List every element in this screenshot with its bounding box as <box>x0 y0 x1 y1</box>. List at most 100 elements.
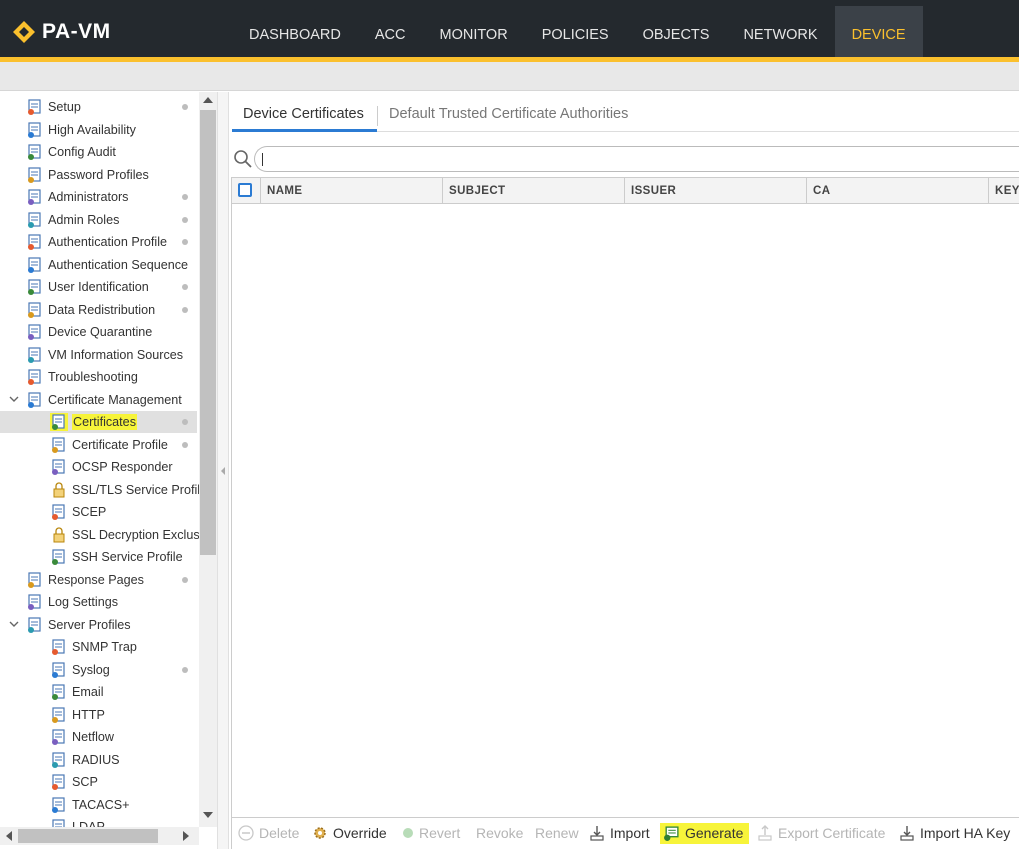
certificates-table <box>231 177 1019 849</box>
tab-default-trusted-cas[interactable]: Default Trusted Certificate Authorities <box>389 106 628 122</box>
scroll-thumb[interactable] <box>200 110 216 555</box>
sidebar-item-admin-roles[interactable]: Admin Roles <box>0 209 197 231</box>
scroll-right-icon[interactable] <box>183 831 189 841</box>
scroll-thumb-horizontal[interactable] <box>18 829 158 843</box>
sidebar-item-ssl-decryption-exclusion[interactable]: SSL Decryption Exclusion <box>0 524 199 546</box>
netflow-icon <box>52 729 65 745</box>
export-icon <box>758 825 772 841</box>
nav-device[interactable]: DEVICE <box>834 6 923 58</box>
sidebar-item-snmp-trap[interactable]: SNMP Trap <box>0 636 197 658</box>
sidebar-tree: Setup High Availability Config Audit Passwo… <box>0 92 199 827</box>
chevron-down-icon[interactable] <box>8 618 20 630</box>
sidebar-item-config-audit[interactable]: Config Audit <box>0 141 197 163</box>
nav-monitor[interactable]: MONITOR <box>422 6 524 58</box>
tacacs-icon <box>52 796 65 813</box>
sidebar-item-user-identification[interactable]: User Identification <box>0 276 197 298</box>
sidebar-item-email[interactable]: Email <box>0 681 197 703</box>
sidebar-item-vm-information-sources[interactable]: VM Information Sources <box>0 344 197 366</box>
panel-splitter[interactable] <box>217 92 229 849</box>
sidebar-vertical-scrollbar[interactable] <box>199 92 217 827</box>
app-logo[interactable]: PA-VM <box>12 20 111 44</box>
sidebar-item-certificates[interactable]: Certificates <box>0 411 197 433</box>
nav-acc[interactable]: ACC <box>358 6 423 58</box>
export-certificate-button[interactable]: Export Certificate <box>757 818 885 848</box>
generate-button[interactable]: Generate <box>660 818 750 848</box>
nav-dashboard[interactable]: DASHBOARD <box>232 6 358 58</box>
sidebar-item-label: Server Profiles <box>48 617 131 632</box>
generate-label: Generate <box>685 825 744 841</box>
import-icon <box>590 826 604 841</box>
column-ca[interactable]: CA <box>806 178 988 204</box>
column-name[interactable]: NAME <box>260 178 442 204</box>
sidebar-item-http[interactable]: HTTP <box>0 704 197 726</box>
sidebar-item-ocsp-responder[interactable]: OCSP Responder <box>0 456 197 478</box>
scroll-down-icon[interactable] <box>203 812 213 818</box>
sidebar-item-label: Certificates <box>72 414 137 430</box>
sidebar-item-certificate-profile[interactable]: Certificate Profile <box>0 434 197 456</box>
vm-information-sources-icon <box>28 346 41 363</box>
scroll-left-icon[interactable] <box>6 831 12 841</box>
sidebar-item-log-settings[interactable]: Log Settings <box>0 591 197 613</box>
sidebar-item-label: RADIUS <box>72 752 120 767</box>
ldap-icon <box>52 819 65 827</box>
data-redistribution-icon <box>28 301 41 318</box>
high-availability-icon <box>28 121 41 138</box>
sidebar-item-troubleshooting[interactable]: Troubleshooting <box>0 366 197 388</box>
tab-device-certificates[interactable]: Device Certificates <box>243 106 364 122</box>
sidebar-item-scep[interactable]: SCEP <box>0 501 197 523</box>
search-icon[interactable] <box>233 149 253 169</box>
nav-network[interactable]: NETWORK <box>726 6 834 58</box>
sidebar-item-certificate-management[interactable]: Certificate Management <box>0 389 197 411</box>
sidebar-item-authentication-profile[interactable]: Authentication Profile <box>0 231 197 253</box>
sidebar-item-data-redistribution[interactable]: Data Redistribution <box>0 299 197 321</box>
nav-policies[interactable]: POLICIES <box>525 6 626 58</box>
email-icon <box>52 684 65 700</box>
revert-button[interactable]: Revert <box>402 818 460 848</box>
scroll-up-icon[interactable] <box>203 97 213 103</box>
sidebar-item-ldap[interactable]: LDAP <box>0 816 197 827</box>
main-nav: DASHBOARD ACC MONITOR POLICIES OBJECTS N… <box>232 6 923 58</box>
revoke-button[interactable]: Revoke <box>476 818 523 848</box>
import-button[interactable]: Import <box>589 818 650 848</box>
sidebar-item-netflow[interactable]: Netflow <box>0 726 197 748</box>
sidebar-item-label: User Identification <box>48 280 149 294</box>
delete-label: Delete <box>259 825 300 841</box>
import-ha-key-button[interactable]: Import HA Key <box>899 818 1010 848</box>
sidebar-horizontal-scrollbar[interactable] <box>0 827 199 845</box>
delete-button[interactable]: Delete <box>238 818 299 848</box>
authentication-sequence-icon <box>28 256 41 273</box>
column-key[interactable]: KEY <box>988 178 1019 204</box>
bottom-toolbar: Delete Override Revert Revoke Renew Impo… <box>232 817 1019 849</box>
nav-objects[interactable]: OBJECTS <box>626 6 727 58</box>
renew-button[interactable]: Renew <box>535 818 579 848</box>
radius-icon <box>52 751 65 768</box>
sidebar-item-device-quarantine[interactable]: Device Quarantine <box>0 321 197 343</box>
import-ha-key-icon <box>900 826 914 841</box>
status-dot <box>182 419 188 425</box>
override-button[interactable]: Override <box>312 818 387 848</box>
sidebar-item-label: SCEP <box>72 505 107 519</box>
sidebar-item-administrators[interactable]: Administrators <box>0 186 197 208</box>
sidebar-item-response-pages[interactable]: Response Pages <box>0 569 197 591</box>
log-settings-icon <box>28 594 41 610</box>
sidebar-item-syslog[interactable]: Syslog <box>0 659 197 681</box>
sidebar-item-password-profiles[interactable]: Password Profiles <box>0 164 197 186</box>
sidebar-item-label: Log Settings <box>48 595 119 609</box>
chevron-down-icon[interactable] <box>8 393 20 405</box>
column-subject[interactable]: SUBJECT <box>442 178 624 204</box>
config-audit-icon <box>28 144 41 160</box>
search-input[interactable] <box>254 146 1019 172</box>
scp-icon <box>52 774 65 790</box>
sidebar-item-ssh-service-profile[interactable]: SSH Service Profile <box>0 546 197 568</box>
sidebar-item-setup[interactable]: Setup <box>0 96 197 118</box>
sidebar-item-scp[interactable]: SCP <box>0 771 197 793</box>
select-all-checkbox[interactable] <box>238 183 252 197</box>
sidebar-item-radius[interactable]: RADIUS <box>0 749 197 771</box>
sidebar-item-authentication-sequence[interactable]: Authentication Sequence <box>0 254 197 276</box>
column-issuer[interactable]: ISSUER <box>624 178 806 204</box>
sidebar-item-high-availability[interactable]: High Availability <box>0 119 197 141</box>
sidebar-item-tacacs[interactable]: TACACS+ <box>0 794 197 816</box>
sidebar-item-ssl-tls-service-profile[interactable]: SSL/TLS Service Profile <box>0 479 199 501</box>
sidebar-item-server-profiles[interactable]: Server Profiles <box>0 614 197 636</box>
collapse-arrow-icon[interactable] <box>221 467 225 475</box>
